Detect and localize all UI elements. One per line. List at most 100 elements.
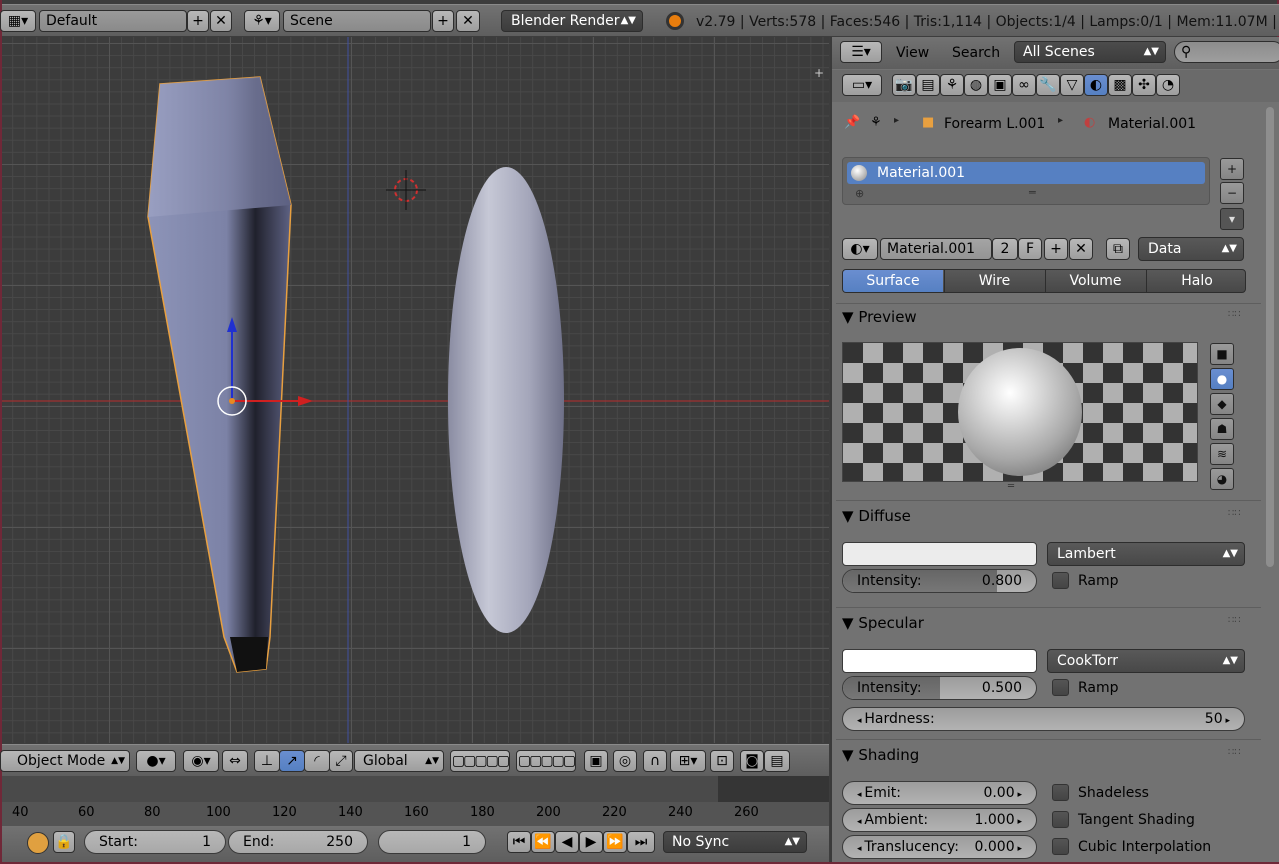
translucency-field[interactable]: ◂ Translucency: 0.000 ▸ <box>842 835 1037 859</box>
specular-ramp-checkbox[interactable] <box>1052 679 1069 696</box>
layout-selector[interactable]: Default <box>39 10 187 32</box>
render-engine-dropdown[interactable]: Blender Render ▲▼ <box>501 10 643 32</box>
specular-color-swatch[interactable] <box>842 649 1037 673</box>
physics-tab-icon[interactable]: ◔ <box>1156 74 1180 96</box>
tab-surface[interactable]: Surface <box>843 270 943 292</box>
layer-buttons-1[interactable]: ▢▢▢▢▢ <box>450 750 510 772</box>
scale-manipulator-icon[interactable]: ⤢ <box>329 750 353 772</box>
pivot-point-dropdown[interactable]: ◉▾ <box>183 750 219 772</box>
preview-panel-header[interactable]: ▼ Preview <box>842 308 917 326</box>
emit-field[interactable]: ◂ Emit: 0.00 ▸ <box>842 781 1037 805</box>
keyframe-icon[interactable] <box>27 832 49 854</box>
tangent-shading-checkbox[interactable] <box>1052 811 1069 828</box>
render-layers-tab-icon[interactable]: ▤ <box>916 74 940 96</box>
translate-manipulator-icon[interactable]: ⊥ <box>254 750 280 772</box>
orientation-dropdown[interactable]: Global ▲▼ <box>354 750 444 772</box>
add-slot-button[interactable]: + <box>1220 158 1244 180</box>
material-tab-icon[interactable]: ◐ <box>1084 74 1108 96</box>
hardness-field[interactable]: ◂ Hardness: 50 ▸ <box>842 707 1245 731</box>
preview-sphere-icon[interactable]: ● <box>1210 368 1234 390</box>
manipulator-toggle[interactable]: ⇔ <box>222 750 248 772</box>
viewport-shading-dropdown[interactable]: ●▾ <box>136 750 176 772</box>
prev-keyframe-icon[interactable]: ⏪ <box>531 831 555 853</box>
material-users-count[interactable]: 2 <box>992 238 1018 260</box>
proportional-edit-icon[interactable]: ◎ <box>613 750 637 772</box>
jump-end-icon[interactable]: ⏭ <box>627 831 655 853</box>
shading-panel-header[interactable]: ▼ Shading <box>842 746 919 764</box>
constraints-tab-icon[interactable]: ∞ <box>1012 74 1036 96</box>
add-slot-small-icon[interactable]: ⊕ <box>855 187 864 200</box>
lock-icon[interactable]: 🔒 <box>53 831 75 853</box>
end-frame-field[interactable]: End: 250 <box>228 830 368 854</box>
diffuse-intensity-slider[interactable]: Intensity: 0.800 <box>842 569 1037 593</box>
preview-flat-icon[interactable]: ■ <box>1210 343 1234 365</box>
specular-shader-dropdown[interactable]: CookTorr ▲▼ <box>1047 649 1245 673</box>
tab-volume[interactable]: Volume <box>1045 270 1145 292</box>
delete-scene-button[interactable]: ✕ <box>456 10 480 32</box>
preview-sky-icon[interactable]: ◕ <box>1210 468 1234 490</box>
remove-slot-button[interactable]: − <box>1220 182 1244 204</box>
add-scene-button[interactable]: + <box>432 10 454 32</box>
object-mode-dropdown[interactable]: Object Mode ▲▼ <box>0 750 130 772</box>
link-dropdown[interactable]: Data ▲▼ <box>1138 237 1244 261</box>
list-item[interactable]: Material.001 <box>847 162 1205 184</box>
resize-grip-icon[interactable]: ═ <box>1029 186 1036 199</box>
play-icon[interactable]: ▶ <box>579 831 603 853</box>
render-animation-icon[interactable]: ▤ <box>764 750 790 772</box>
data-tab-icon[interactable]: ▽ <box>1060 74 1084 96</box>
particles-tab-icon[interactable]: ✣ <box>1132 74 1156 96</box>
view-menu[interactable]: View <box>896 45 929 61</box>
editor-type-button[interactable]: ▦▾ <box>0 10 36 32</box>
fake-user-button[interactable]: F <box>1018 238 1042 260</box>
scene-selector[interactable]: Scene <box>283 10 431 32</box>
tab-wire[interactable]: Wire <box>944 270 1044 292</box>
scene-tab-icon[interactable]: ⚘ <box>940 74 964 96</box>
drag-handle-icon[interactable]: ∷∷ <box>1228 747 1241 758</box>
add-layout-button[interactable]: + <box>187 10 209 32</box>
pin-icon[interactable]: 📌 <box>844 115 860 130</box>
slot-specials-icon[interactable]: ▾ <box>1220 208 1244 230</box>
snap-element-dropdown[interactable]: ⊞▾ <box>670 750 706 772</box>
sync-dropdown[interactable]: No Sync ▲▼ <box>663 831 807 853</box>
drag-handle-icon[interactable]: ∷∷ <box>1228 309 1241 320</box>
node-toggle-icon[interactable]: ⧉ <box>1106 238 1130 260</box>
preview-cube-icon[interactable]: ◆ <box>1210 393 1234 415</box>
resize-grip-icon[interactable]: ═ <box>1008 481 1014 492</box>
properties-scrollbar[interactable] <box>1266 107 1274 567</box>
world-tab-icon[interactable]: ◍ <box>964 74 988 96</box>
modifiers-tab-icon[interactable]: 🔧 <box>1036 74 1060 96</box>
material-browse-icon[interactable]: ◐▾ <box>842 238 878 260</box>
diffuse-ramp-checkbox[interactable] <box>1052 572 1069 589</box>
render-still-icon[interactable]: ◙ <box>740 750 764 772</box>
lock-layers-icon[interactable]: ▣ <box>584 750 608 772</box>
diffuse-panel-header[interactable]: ▼ Diffuse <box>842 507 911 525</box>
specular-intensity-slider[interactable]: Intensity: 0.500 <box>842 676 1037 700</box>
play-reverse-icon[interactable]: ◀ <box>555 831 579 853</box>
layer-buttons-2[interactable]: ▢▢▢▢▢ <box>516 750 576 772</box>
next-keyframe-icon[interactable]: ⏩ <box>603 831 627 853</box>
current-frame-field[interactable]: 1 <box>378 830 486 854</box>
preview-hair-icon[interactable]: ≋ <box>1210 443 1234 465</box>
drag-handle-icon[interactable]: ∷∷ <box>1228 615 1241 626</box>
timeline-area[interactable]: 40 60 80 100 120 140 160 180 200 220 240… <box>2 776 829 826</box>
start-frame-field[interactable]: Start: 1 <box>84 830 226 854</box>
scene-filter-dropdown[interactable]: All Scenes ▲▼ <box>1014 41 1166 63</box>
diffuse-color-swatch[interactable] <box>842 542 1037 566</box>
material-slots-list[interactable]: Material.001 ⊕ ═ <box>842 157 1210 205</box>
new-material-button[interactable]: + <box>1044 238 1068 260</box>
specular-panel-header[interactable]: ▼ Specular <box>842 614 924 632</box>
material-name-field[interactable]: Material.001 <box>880 238 992 260</box>
search-menu[interactable]: Search <box>952 45 1000 61</box>
texture-tab-icon[interactable]: ▩ <box>1108 74 1132 96</box>
cubic-interpolation-checkbox[interactable] <box>1052 838 1069 855</box>
move-manipulator-icon[interactable]: ↗ <box>279 750 305 772</box>
timeline-ruler[interactable]: 40 60 80 100 120 140 160 180 200 220 240… <box>2 802 829 826</box>
scene-icon[interactable]: ⚘▾ <box>244 10 280 32</box>
object-tab-icon[interactable]: ▣ <box>988 74 1012 96</box>
snap-toggle-icon[interactable]: ∩ <box>643 750 667 772</box>
unlink-material-button[interactable]: ✕ <box>1069 238 1093 260</box>
3d-viewport[interactable]: + <box>2 37 829 743</box>
shadeless-checkbox[interactable] <box>1052 784 1069 801</box>
ambient-field[interactable]: ◂ Ambient: 1.000 ▸ <box>842 808 1037 832</box>
diffuse-shader-dropdown[interactable]: Lambert ▲▼ <box>1047 542 1245 566</box>
